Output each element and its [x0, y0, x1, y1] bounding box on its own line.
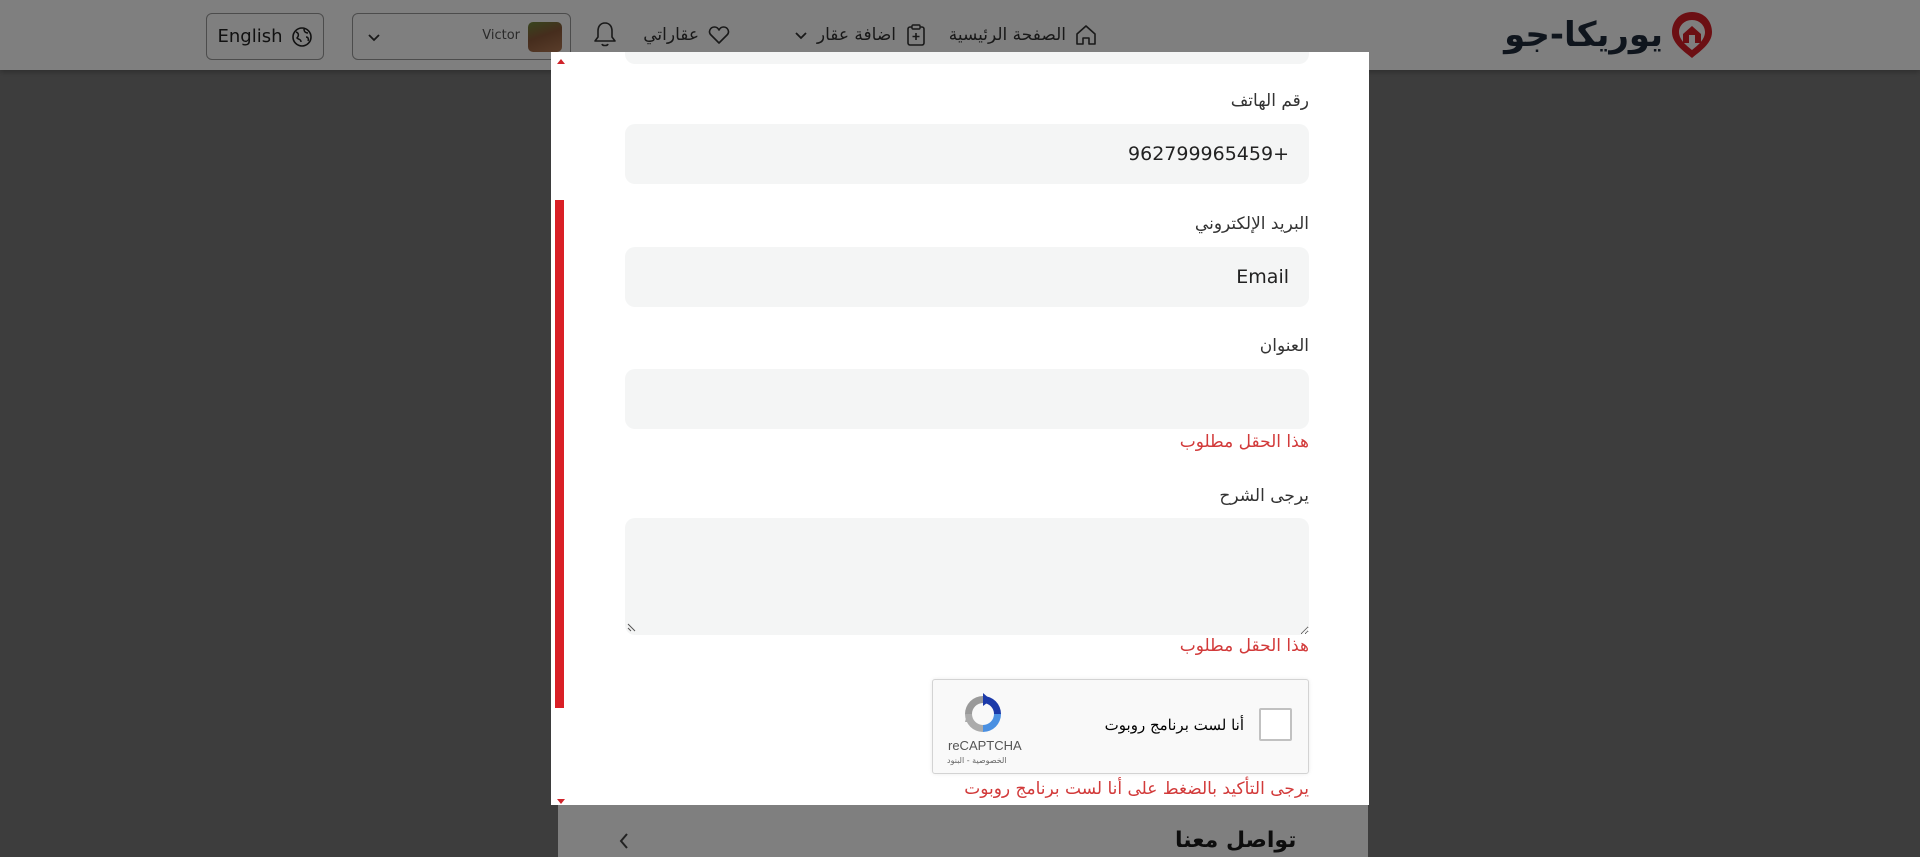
resize-handle-icon[interactable]: [627, 622, 637, 632]
captcha-error-message: يرجى التأكيد بالضغط على أنا لست برنامج ر…: [964, 779, 1309, 799]
email-label: البريد الإلكتروني: [1194, 214, 1309, 234]
recaptcha-checkbox[interactable]: [1259, 708, 1292, 741]
email-input[interactable]: [625, 247, 1309, 307]
address-input[interactable]: [625, 369, 1309, 429]
explain-error-message: هذا الحقل مطلوب: [1179, 636, 1309, 656]
previous-field-input[interactable]: [625, 52, 1309, 64]
phone-label: رقم الهاتف: [1230, 91, 1309, 111]
address-error-message: هذا الحقل مطلوب: [1179, 432, 1309, 452]
report-form-modal: رقم الهاتف البريد الإلكتروني العنوان هذا…: [551, 52, 1369, 805]
scroll-up-arrow-icon[interactable]: [557, 59, 565, 64]
recaptcha-label: أنا لست برنامج روبوت: [1104, 716, 1244, 734]
explain-textarea[interactable]: [625, 518, 1309, 635]
modal-scrollbar[interactable]: [553, 56, 565, 804]
recaptcha-brand: reCAPTCHA: [948, 738, 1022, 753]
address-label: العنوان: [1259, 336, 1309, 356]
explain-label: يرجى الشرح: [1219, 486, 1309, 506]
recaptcha-logo-icon: [965, 693, 1001, 732]
scroll-down-arrow-icon[interactable]: [557, 799, 565, 804]
recaptcha-widget: أنا لست برنامج روبوت reCAPTCHA الخصوصية …: [932, 679, 1309, 774]
recaptcha-terms-link[interactable]: الخصوصية - البنود: [947, 756, 1007, 765]
phone-input[interactable]: [625, 124, 1309, 184]
scrollbar-thumb[interactable]: [555, 200, 564, 708]
